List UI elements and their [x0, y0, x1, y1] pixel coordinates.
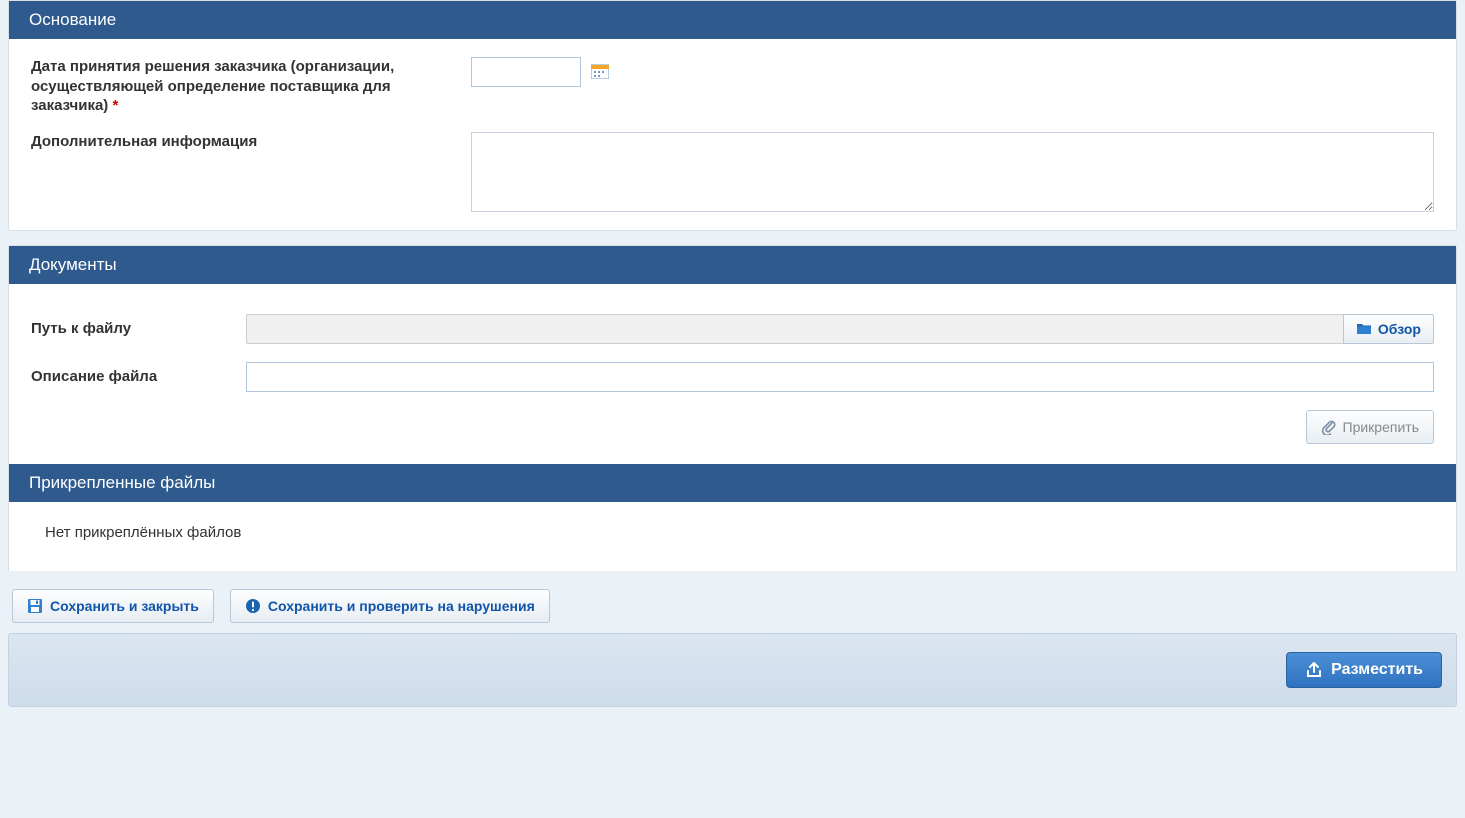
- basis-header: Основание: [9, 1, 1456, 39]
- file-desc-label: Описание файла: [31, 368, 246, 385]
- decision-date-row: Дата принятия решения заказчика (организ…: [31, 57, 1434, 116]
- file-path-row: Путь к файлу Обзор: [31, 314, 1434, 344]
- folder-icon: [1356, 322, 1372, 335]
- attach-button[interactable]: Прикрепить: [1306, 410, 1434, 444]
- save-check-label: Сохранить и проверить на нарушения: [268, 598, 535, 614]
- decision-date-label-text: Дата принятия решения заказчика (организ…: [31, 58, 394, 114]
- additional-info-controls: [471, 132, 1434, 212]
- additional-info-row: Дополнительная информация: [31, 132, 1434, 212]
- required-mark: *: [112, 97, 118, 114]
- browse-button[interactable]: Обзор: [1343, 314, 1434, 344]
- publish-label: Разместить: [1331, 661, 1423, 679]
- attach-row: Прикрепить: [31, 410, 1434, 444]
- basis-body: Дата принятия решения заказчика (организ…: [9, 39, 1456, 230]
- additional-info-label: Дополнительная информация: [31, 132, 471, 152]
- additional-info-textarea[interactable]: [471, 132, 1434, 212]
- file-path-input[interactable]: [246, 314, 1343, 344]
- save-icon: [27, 598, 43, 614]
- save-close-button[interactable]: Сохранить и закрыть: [12, 589, 214, 623]
- basis-panel: Основание Дата принятия решения заказчик…: [8, 0, 1457, 231]
- publish-icon: [1305, 661, 1323, 679]
- save-check-button[interactable]: Сохранить и проверить на нарушения: [230, 589, 550, 623]
- file-path-label: Путь к файлу: [31, 320, 246, 337]
- save-close-label: Сохранить и закрыть: [50, 598, 199, 614]
- publish-button[interactable]: Разместить: [1286, 652, 1442, 688]
- file-desc-input[interactable]: [246, 362, 1434, 392]
- documents-header: Документы: [9, 246, 1456, 284]
- exclamation-icon: [245, 598, 261, 614]
- publish-bar: Разместить: [8, 633, 1457, 707]
- decision-date-input[interactable]: [471, 57, 581, 87]
- browse-label: Обзор: [1378, 321, 1421, 337]
- decision-date-label: Дата принятия решения заказчика (организ…: [31, 57, 471, 116]
- documents-body: Путь к файлу Обзор Описание файла: [9, 284, 1456, 464]
- paperclip-icon: [1321, 419, 1337, 435]
- documents-panel: Документы Путь к файлу Обзор Описание ф: [8, 245, 1457, 571]
- calendar-icon[interactable]: [591, 63, 609, 79]
- attached-empty-text: Нет прикреплённых файлов: [9, 502, 1456, 571]
- file-desc-row: Описание файла: [31, 362, 1434, 392]
- attach-label: Прикрепить: [1343, 419, 1419, 435]
- file-path-wrap: Обзор: [246, 314, 1434, 344]
- attached-header: Прикрепленные файлы: [9, 464, 1456, 502]
- decision-date-controls: [471, 57, 1434, 87]
- action-bar: Сохранить и закрыть Сохранить и проверит…: [12, 589, 1457, 623]
